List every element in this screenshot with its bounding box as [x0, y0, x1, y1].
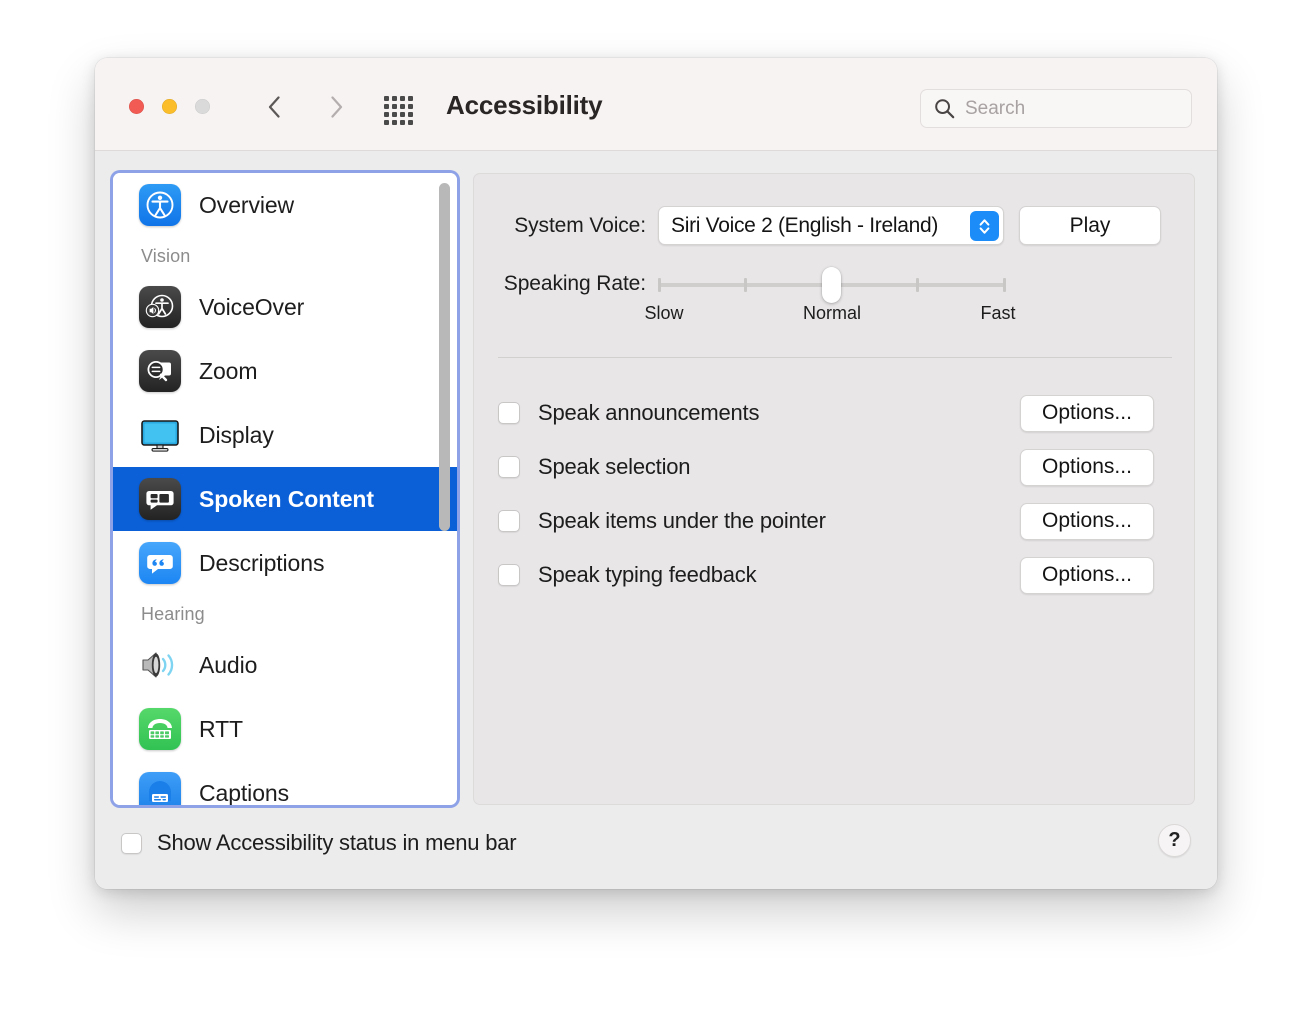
speech-options-list: Speak announcements Options... Speak sel… [498, 386, 1172, 602]
speaking-rate-slider[interactable]: Slow Normal Fast [644, 267, 1016, 329]
show-all-grid-icon[interactable] [384, 96, 413, 125]
sidebar-item-label: Display [199, 421, 274, 448]
sidebar-item-audio[interactable]: Audio [113, 633, 457, 697]
sidebar-item-label: Spoken Content [199, 485, 374, 512]
page-title: Accessibility [446, 90, 603, 120]
window-footer: Show Accessibility status in menu bar ? [95, 805, 1217, 889]
sidebar: Overview Vision VoiceOver Zoom Display S… [113, 173, 457, 805]
traffic-light-group [129, 99, 210, 114]
help-button[interactable]: ? [1158, 824, 1191, 857]
speaking-rate-label: Speaking Rate: [503, 272, 646, 295]
sidebar-item-label: Captions [199, 779, 289, 806]
spoken-content-panel: System Voice: Siri Voice 2 (English - Ir… [473, 173, 1195, 805]
sidebar-item-label: Zoom [199, 357, 258, 384]
speak-typing-feedback-checkbox[interactable] [498, 564, 520, 586]
speak-typing-feedback-label: Speak typing feedback [538, 562, 757, 587]
slider-label-slow: Slow [644, 303, 684, 323]
sidebar-item-captions[interactable]: Captions [113, 761, 457, 805]
speak-selection-row: Speak selection Options... [498, 440, 1172, 494]
search-input[interactable] [965, 97, 1165, 120]
system-preferences-window: Accessibility Over [95, 58, 1217, 889]
chevron-left-icon [268, 96, 281, 118]
slider-label-fast: Fast [980, 303, 1016, 323]
speaker-icon [139, 644, 181, 686]
speaking-rate-row: Speaking Rate: Slow Normal Fast [474, 267, 1194, 329]
sidebar-item-label: VoiceOver [199, 293, 305, 320]
sidebar-item-zoom[interactable]: Zoom [113, 339, 457, 403]
speak-typing-feedback-options-button[interactable]: Options... [1020, 556, 1154, 594]
chevron-right-icon [330, 96, 343, 118]
window-content: Overview Vision VoiceOver Zoom Display S… [95, 151, 1217, 889]
slider-track[interactable] [658, 267, 1006, 303]
sidebar-scrollbar[interactable] [439, 181, 450, 797]
sidebar-scroll-area[interactable]: Overview Vision VoiceOver Zoom Display S… [113, 173, 457, 805]
scrollbar-thumb[interactable] [439, 183, 450, 531]
sidebar-item-overview[interactable]: Overview [113, 173, 457, 237]
zoom-magnifier-icon [139, 350, 181, 392]
zoom-button-icon[interactable] [195, 99, 210, 114]
show-accessibility-status-checkbox[interactable] [121, 832, 142, 854]
sidebar-item-label: RTT [199, 715, 243, 742]
speak-announcements-label: Speak announcements [538, 400, 760, 425]
show-status-row: Show Accessibility status in menu bar [121, 830, 517, 856]
sidebar-item-descriptions[interactable]: Descriptions [113, 531, 457, 595]
telephone-icon [139, 708, 181, 750]
slider-knob[interactable] [822, 267, 841, 303]
sidebar-item-display[interactable]: Display [113, 403, 457, 467]
sidebar-item-label: Overview [199, 191, 295, 218]
window-titlebar: Accessibility [95, 58, 1217, 151]
system-voice-row: System Voice: Siri Voice 2 (English - Ir… [474, 206, 1194, 245]
show-accessibility-status-label: Show Accessibility status in menu bar [157, 830, 517, 855]
slider-tick [916, 278, 919, 292]
sidebar-item-spoken-content[interactable]: Spoken Content [113, 467, 457, 531]
slider-tick-labels: Slow Normal Fast [644, 303, 1015, 329]
captions-icon [139, 772, 181, 805]
up-down-chevron-icon[interactable] [970, 211, 999, 241]
display-monitor-icon [139, 414, 181, 456]
accessibility-icon [139, 184, 181, 226]
sidebar-group-hearing: Hearing [141, 603, 205, 624]
forward-button[interactable] [319, 88, 353, 126]
speak-selection-checkbox[interactable] [498, 456, 520, 478]
back-button[interactable] [257, 88, 291, 126]
sidebar-item-rtt[interactable]: RTT [113, 697, 457, 761]
speak-selection-options-button[interactable]: Options... [1020, 448, 1154, 486]
slider-label-normal: Normal [802, 303, 862, 323]
sidebar-item-label: Audio [199, 651, 258, 678]
speak-announcements-checkbox[interactable] [498, 402, 520, 424]
speak-items-under-pointer-row: Speak items under the pointer Options... [498, 494, 1172, 548]
system-voice-selected-value: Siri Voice 2 (English - Ireland) [671, 213, 939, 237]
search-icon [934, 98, 955, 119]
sidebar-item-voiceover[interactable]: VoiceOver [113, 275, 457, 339]
speak-announcements-row: Speak announcements Options... [498, 386, 1172, 440]
sidebar-group-vision: Vision [141, 245, 191, 266]
sidebar-item-label: Descriptions [199, 549, 325, 576]
speech-bubble-icon [139, 478, 181, 520]
slider-tick [658, 278, 661, 292]
speak-items-under-pointer-label: Speak items under the pointer [538, 508, 826, 533]
system-voice-select[interactable]: Siri Voice 2 (English - Ireland) [658, 206, 1004, 245]
speak-selection-label: Speak selection [538, 454, 691, 479]
close-button-icon[interactable] [129, 99, 144, 114]
play-button[interactable]: Play [1019, 206, 1161, 245]
minimize-button-icon[interactable] [162, 99, 177, 114]
search-field[interactable] [920, 89, 1192, 128]
system-voice-label: System Voice: [514, 213, 646, 237]
section-divider [498, 357, 1172, 358]
speak-items-under-pointer-options-button[interactable]: Options... [1020, 502, 1154, 540]
slider-tick [744, 278, 747, 292]
quotes-bubble-icon [139, 542, 181, 584]
voiceover-icon [139, 286, 181, 328]
speak-items-under-pointer-checkbox[interactable] [498, 510, 520, 532]
speak-announcements-options-button[interactable]: Options... [1020, 394, 1154, 432]
slider-tick [1003, 278, 1006, 292]
speak-typing-feedback-row: Speak typing feedback Options... [498, 548, 1172, 602]
